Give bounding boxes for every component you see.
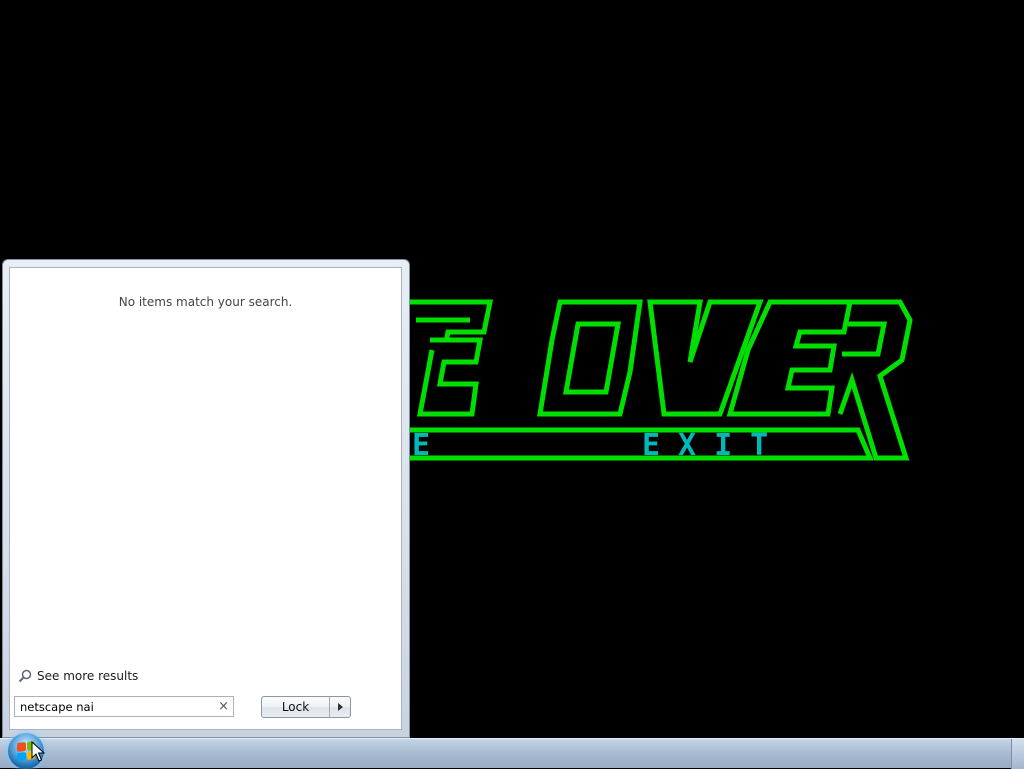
search-results-pane: No items match your search. See more res… xyxy=(9,267,402,730)
start-menu: No items match your search. See more res… xyxy=(2,259,410,738)
see-more-results-label: See more results xyxy=(37,669,139,683)
search-icon xyxy=(18,669,32,683)
shutdown-options-button[interactable] xyxy=(330,697,350,717)
no-results-message: No items match your search. xyxy=(118,295,293,309)
start-search-box[interactable]: × xyxy=(14,696,234,717)
lock-button[interactable]: Lock xyxy=(262,697,330,717)
windows-logo-icon xyxy=(17,741,35,761)
lock-split-button: Lock xyxy=(261,696,351,718)
show-desktop-button[interactable] xyxy=(1011,739,1024,769)
game-menu-exit: EXIT xyxy=(642,428,786,463)
taskbar xyxy=(0,738,1024,769)
chevron-right-icon xyxy=(337,703,343,711)
start-search-input[interactable] xyxy=(17,698,219,715)
game-menu-left: E xyxy=(412,428,438,463)
windows-start-orb-icon[interactable] xyxy=(8,733,44,769)
clear-search-icon[interactable]: × xyxy=(218,699,229,714)
see-more-results-link[interactable]: See more results xyxy=(18,669,138,683)
